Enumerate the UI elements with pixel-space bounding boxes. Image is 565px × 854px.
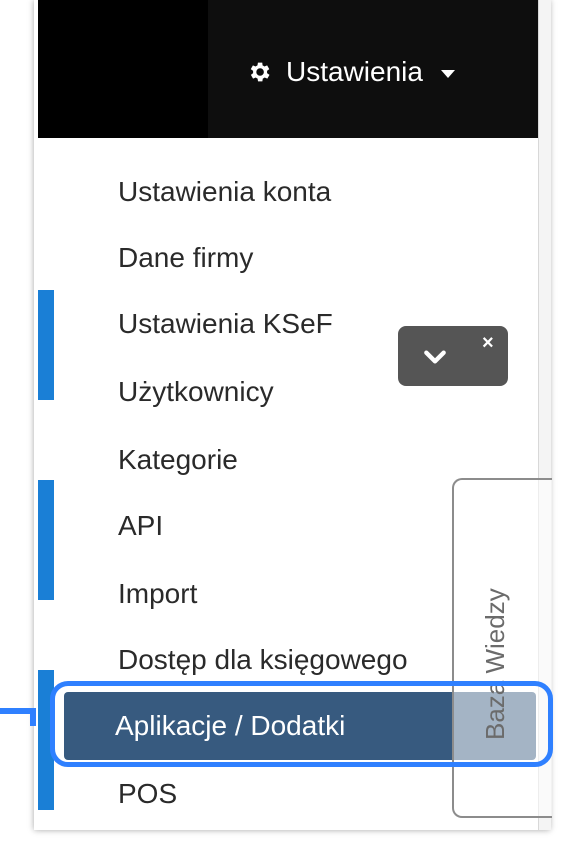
navbar-left-section (38, 0, 208, 138)
settings-label: Ustawienia (286, 56, 423, 87)
menu-item-ksef-settings[interactable]: Ustawienia KSeF (118, 308, 333, 340)
chat-widget[interactable]: × (398, 326, 508, 386)
caret-down-icon (440, 70, 455, 78)
close-icon[interactable]: × (482, 332, 494, 355)
background-tab-1 (38, 290, 54, 400)
gear-icon (250, 62, 270, 82)
background-tab-3 (38, 670, 54, 810)
menu-item-categories[interactable]: Kategorie (118, 444, 238, 476)
background-tab-2 (38, 480, 54, 600)
menu-item-company-data[interactable]: Dane firmy (118, 242, 253, 274)
pointer-annotation (0, 708, 36, 726)
menu-item-api[interactable]: API (118, 510, 163, 542)
chevron-down-icon[interactable] (422, 344, 448, 370)
menu-item-pos[interactable]: POS (118, 778, 177, 810)
menu-item-import[interactable]: Import (118, 578, 197, 610)
knowledge-base-label[interactable]: Baza Wiedzy (480, 588, 511, 740)
menu-item-users[interactable]: Użytkownicy (118, 376, 274, 408)
menu-item-accountant-access[interactable]: Dostęp dla księgowego (118, 644, 408, 676)
menu-item-account-settings[interactable]: Ustawienia konta (118, 176, 331, 208)
settings-dropdown-toggle[interactable]: Ustawienia (246, 52, 455, 92)
